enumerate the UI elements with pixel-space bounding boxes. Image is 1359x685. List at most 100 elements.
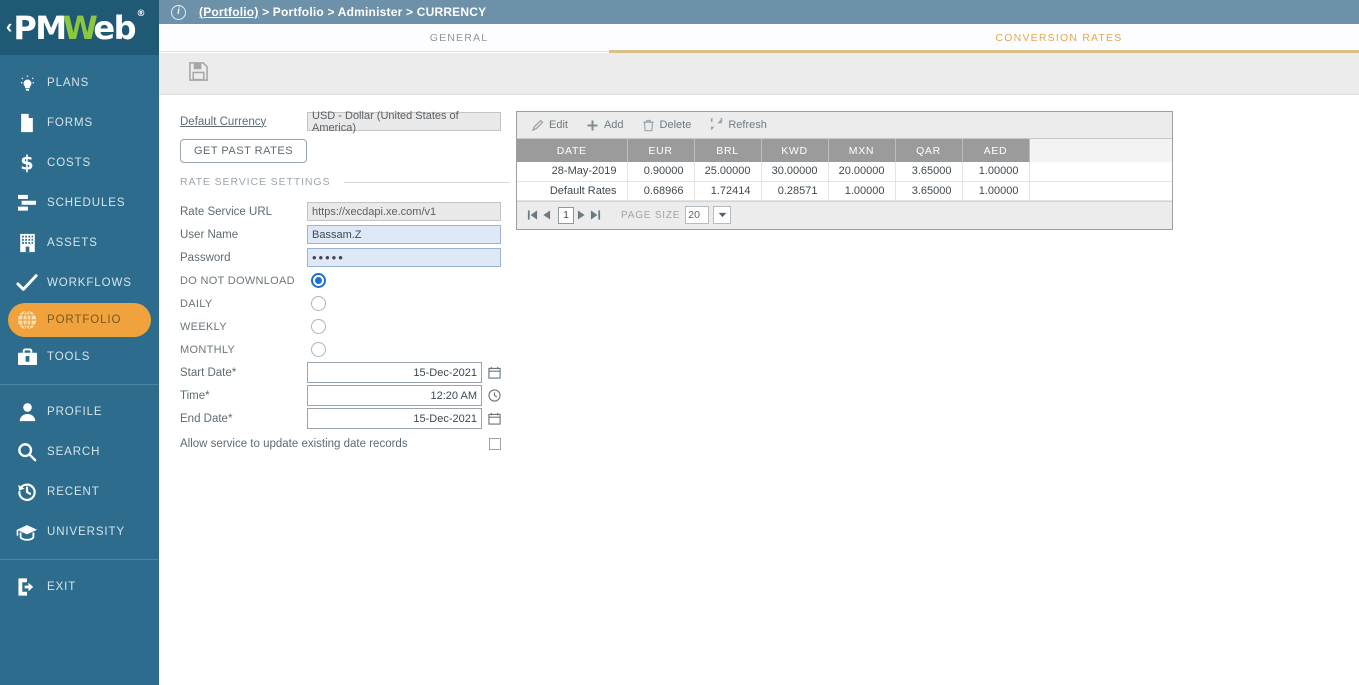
grid-pager: 1 PAGE SIZE 20 [517,200,1172,229]
plus-icon [586,119,599,132]
sidebar-item-schedules[interactable]: SCHEDULES [0,183,159,223]
radio-monthly[interactable] [311,342,326,357]
cell-mxn: 20.00000 [828,162,896,182]
cell-date: 28-May-2019 [517,162,628,182]
sidebar-item-university[interactable]: UNIVERSITY [0,512,159,552]
main-content: Default Currency USD - Dollar (United St… [159,96,1359,685]
grid-delete-label: Delete [659,119,692,131]
frequency-do-not-download-row: DO NOT DOWNLOAD [180,269,510,292]
sidebar-item-label: EXIT [47,581,77,593]
sidebar-item-workflows[interactable]: WORKFLOWS [0,263,159,303]
password-input[interactable]: ••••• [307,248,501,267]
end-date-row: End Date* 15-Dec-2021 [180,407,510,430]
table-header-row: DATE EUR BRL KWD MXN QAR AED [517,139,1172,162]
grid-edit-button[interactable]: Edit [531,119,568,132]
check-icon [10,273,44,293]
column-header-eur[interactable]: EUR [627,139,695,162]
sidebar-divider [0,384,159,385]
section-rule [344,181,510,183]
radio-do-not-download[interactable] [311,273,326,288]
grid-delete-button[interactable]: Delete [642,119,692,132]
rate-service-url-input[interactable]: https://xecdapi.xe.com/v1 [307,202,501,221]
next-page-icon[interactable] [577,209,586,221]
password-row: Password ••••• [180,246,510,269]
allow-update-checkbox[interactable] [489,438,501,450]
calendar-icon[interactable] [488,412,501,425]
default-currency-label[interactable]: Default Currency [180,116,307,128]
app-logo[interactable]: ‹ PMWeb ® [0,0,159,55]
radio-daily[interactable] [311,296,326,311]
first-page-icon[interactable] [527,209,538,221]
column-header-qar[interactable]: QAR [895,139,963,162]
sidebar-item-label: UNIVERSITY [47,526,126,538]
previous-page-icon[interactable] [542,209,551,221]
frequency-label: WEEKLY [180,320,227,333]
sidebar-item-assets[interactable]: ASSETS [0,223,159,263]
sidebar-item-recent[interactable]: RECENT [0,472,159,512]
rate-service-form: Default Currency USD - Dollar (United St… [180,110,510,455]
default-currency-value[interactable]: USD - Dollar (United States of America) [307,110,501,134]
cell-aed: 1.00000 [962,181,1030,201]
page-size-label: PAGE SIZE [621,209,681,221]
sidebar-item-plans[interactable]: PLANS [0,63,159,103]
column-header-mxn[interactable]: MXN [828,139,896,162]
lightbulb-icon [10,74,44,93]
tab-general[interactable]: GENERAL [159,24,759,52]
user-name-input[interactable]: Bassam.Z [307,225,501,244]
sidebar-item-profile[interactable]: PROFILE [0,392,159,432]
get-past-rates-button[interactable]: GET PAST RATES [180,139,307,163]
radio-weekly[interactable] [311,319,326,334]
sidebar-item-label: FORMS [47,117,94,129]
calendar-icon[interactable] [488,366,501,379]
frequency-monthly-row: MONTHLY [180,338,510,361]
cell-date: Default Rates [517,181,628,201]
toolbox-icon [10,348,44,366]
breadcrumb-portfolio-link[interactable]: (Portfolio) [199,5,259,19]
tab-conversion-rates[interactable]: CONVERSION RATES [759,24,1359,52]
current-page-input[interactable]: 1 [558,206,574,224]
cell-qar: 3.65000 [895,162,963,182]
column-header-kwd[interactable]: KWD [761,139,829,162]
time-row: Time* 12:20 AM [180,384,510,407]
start-date-input[interactable]: 15-Dec-2021 [307,362,482,383]
column-header-brl[interactable]: BRL [694,139,762,162]
sidebar-item-portfolio[interactable]: PORTFOLIO [8,303,151,337]
table-row[interactable]: Default Rates 0.68966 1.72414 0.28571 1.… [517,181,1172,201]
person-icon [10,402,44,422]
exit-icon [10,577,44,597]
page-size-value[interactable]: 20 [685,206,710,224]
info-icon[interactable]: i [171,4,186,20]
column-header-aed[interactable]: AED [962,139,1030,162]
sidebar-item-costs[interactable]: $ COSTS [0,143,159,183]
logo-eb-text: eb [93,8,136,47]
sidebar-item-label: RECENT [47,486,100,498]
save-button[interactable] [184,60,212,88]
sidebar-item-exit[interactable]: EXIT [0,567,159,607]
sidebar-item-search[interactable]: SEARCH [0,432,159,472]
sidebar-item-tools[interactable]: TOOLS [0,337,159,377]
graduation-cap-icon [10,524,44,541]
refresh-icon [709,118,723,132]
chevron-down-icon[interactable] [713,206,732,224]
section-title: RATE SERVICE SETTINGS [180,176,331,188]
rate-service-url-row: Rate Service URL https://xecdapi.xe.com/… [180,200,510,223]
rate-service-settings-header: RATE SERVICE SETTINGS [180,172,510,192]
last-page-icon[interactable] [590,209,601,221]
rate-service-url-label: Rate Service URL [180,205,273,218]
cell-aed: 1.00000 [962,162,1030,182]
grid-refresh-label: Refresh [728,119,767,131]
clock-icon[interactable] [488,389,501,402]
sidebar-item-forms[interactable]: FORMS [0,103,159,143]
column-header-date[interactable]: DATE [517,139,628,162]
grid-refresh-button[interactable]: Refresh [709,118,767,132]
table-row[interactable]: 28-May-2019 0.90000 25.00000 30.00000 20… [517,162,1172,182]
end-date-input[interactable]: 15-Dec-2021 [307,408,482,429]
user-name-row: User Name Bassam.Z [180,223,510,246]
dollar-icon: $ [10,152,44,174]
cell-eur: 0.68966 [627,181,695,201]
grid-add-button[interactable]: Add [586,119,624,132]
end-date-label: End Date* [180,412,233,425]
time-input[interactable]: 12:20 AM [307,385,482,406]
breadcrumb-path: > Portfolio > Administer > CURRENCY [258,5,487,19]
sidebar-collapse-chevron-icon[interactable]: ‹ [6,18,12,37]
